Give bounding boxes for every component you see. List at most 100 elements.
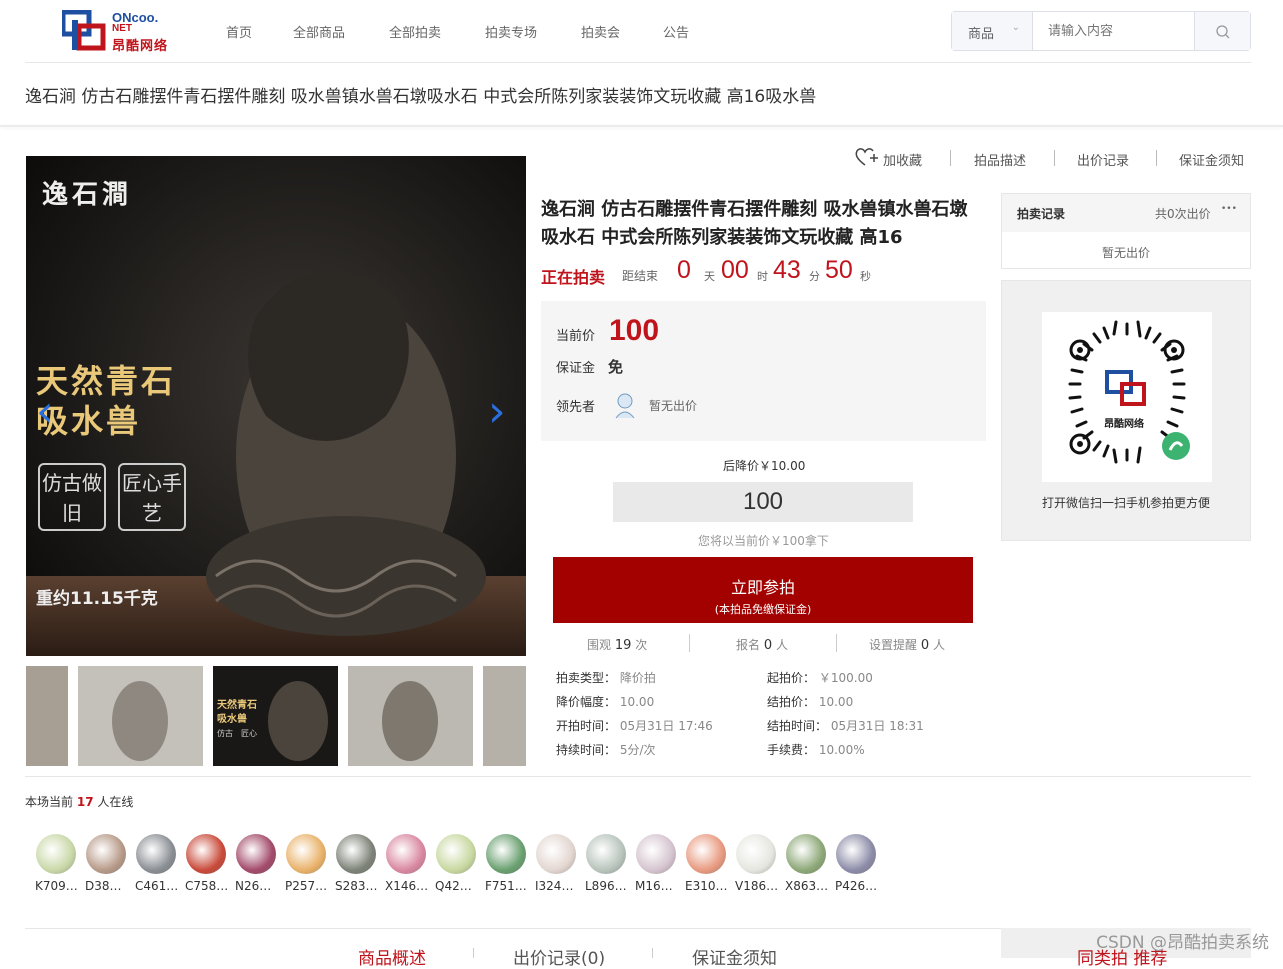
- deposit-label: 保证金: [556, 361, 596, 376]
- add-favorite-link[interactable]: 加收藏: [883, 150, 922, 169]
- logo-cn: 昂酷网络: [112, 39, 169, 54]
- product-main-image: 逸石澗 天然青石 吸水兽 仿古做旧 匠心手艺 重约11.15千克 ‹ ›: [26, 156, 526, 656]
- online-number: 17: [76, 795, 94, 809]
- online-user[interactable]: S283…: [335, 834, 381, 893]
- carousel-prev-icon[interactable]: ‹: [36, 386, 54, 437]
- reminder-count: 0: [920, 638, 930, 653]
- countdown-minutes: 43: [773, 256, 801, 284]
- reminder-stat[interactable]: 设置提醒 0 人: [869, 636, 945, 653]
- online-count: 本场当前 17 人在线: [25, 793, 133, 810]
- param-start-price: 起拍价： ￥100.00: [767, 669, 873, 686]
- tab-deposit[interactable]: 保证金须知: [692, 944, 777, 969]
- item-description-link[interactable]: 拍品描述: [974, 150, 1026, 169]
- user-name: M16…: [635, 879, 673, 893]
- thumbnail[interactable]: [78, 666, 203, 766]
- tab-bid-records[interactable]: 出价记录(0): [513, 944, 605, 969]
- online-user[interactable]: C758…: [185, 834, 231, 893]
- param-value: 5分/次: [619, 743, 656, 757]
- param-end-time: 结拍时间： 05月31日 18:31: [767, 717, 924, 734]
- param-value: ￥100.00: [818, 671, 873, 685]
- online-user[interactable]: E310…: [685, 834, 731, 893]
- qr-caption: 打开微信扫一扫手机参拍更方便: [1041, 496, 1210, 510]
- param-start-time: 开拍时间： 05月31日 17:46: [556, 717, 713, 734]
- online-user[interactable]: N26…: [235, 834, 281, 893]
- site-logo[interactable]: ONcoo. NET 昂酷网络: [62, 8, 182, 54]
- countdown-hours-unit: 时: [757, 270, 768, 283]
- thumbnail-badge-2: 匠心: [241, 729, 257, 738]
- countdown-label: 距结束: [622, 269, 659, 283]
- bid-amount-field[interactable]: 100: [613, 482, 913, 522]
- thumbnail[interactable]: [26, 666, 68, 766]
- thumbnail[interactable]: [483, 666, 526, 766]
- countdown-hours: 00: [721, 256, 749, 284]
- site-header: ONcoo. NET 昂酷网络 首页 全部商品 全部拍卖 拍卖专场 拍卖会 公告…: [0, 0, 1283, 62]
- param-label: 起拍价：: [767, 671, 816, 685]
- divider: [1054, 150, 1055, 166]
- thumbnail-image: [348, 666, 473, 766]
- image-badge-1: 仿古做旧: [38, 463, 106, 531]
- bid-records-link[interactable]: 出价记录: [1077, 150, 1129, 169]
- search-input[interactable]: [1034, 12, 1194, 50]
- search-category-label: 商品: [968, 27, 995, 42]
- product-title: 逸石涧 仿古石雕摆件青石摆件雕刻 吸水兽镇水兽石墩吸水石 中式会所陈列家装装饰文…: [541, 199, 968, 248]
- image-badge-2: 匠心手艺: [118, 463, 186, 531]
- auction-record-panel: 拍卖记录 共0次出价 ••• 暂无出价: [1001, 193, 1251, 269]
- search-category-select[interactable]: 商品 ⌄: [952, 12, 1033, 50]
- countdown-days: 0: [677, 256, 691, 284]
- nav-all-products[interactable]: 全部商品: [293, 22, 345, 41]
- param-drop-amount: 降价幅度： 10.00: [556, 693, 654, 710]
- signups-label: 报名: [736, 638, 761, 652]
- user-name: X863…: [785, 879, 829, 893]
- carousel-next-icon[interactable]: ›: [488, 386, 506, 437]
- nav-notice[interactable]: 公告: [663, 22, 689, 41]
- qr-brand: 昂酷网络: [1104, 419, 1144, 430]
- param-fee: 手续费： 10.00%: [767, 741, 865, 758]
- thumbnail-active[interactable]: 天然青石 吸水兽 仿古 匠心: [213, 666, 338, 766]
- deposit-notice-link[interactable]: 保证金须知: [1179, 150, 1244, 169]
- online-user[interactable]: L896…: [585, 834, 631, 893]
- more-icon[interactable]: •••: [1221, 204, 1237, 214]
- online-user[interactable]: D38…: [85, 834, 131, 893]
- online-user[interactable]: M16…: [635, 834, 681, 893]
- reminder-label: 设置提醒: [869, 638, 918, 652]
- avatar: [486, 834, 526, 874]
- user-name: V186…: [735, 879, 779, 893]
- online-user[interactable]: X863…: [785, 834, 831, 893]
- online-user[interactable]: Q42…: [435, 834, 481, 893]
- current-price: 100: [609, 314, 660, 347]
- tab-overview[interactable]: 商品概述: [358, 944, 426, 969]
- logo-mark-icon: [62, 10, 106, 51]
- nav-home[interactable]: 首页: [226, 22, 252, 41]
- user-name: F751…: [485, 879, 527, 893]
- nav-auction-meeting[interactable]: 拍卖会: [581, 22, 620, 41]
- param-label: 拍卖类型：: [556, 671, 617, 685]
- online-user[interactable]: P426…: [835, 834, 881, 893]
- nav-all-auctions[interactable]: 全部拍卖: [389, 22, 441, 41]
- online-user[interactable]: X146…: [385, 834, 431, 893]
- online-user[interactable]: V186…: [735, 834, 781, 893]
- online-user[interactable]: I324…: [535, 834, 581, 893]
- thumbnail-badge-1: 仿古: [217, 729, 233, 738]
- param-label: 降价幅度：: [556, 695, 617, 709]
- online-user[interactable]: C461…: [135, 834, 181, 893]
- thumbnail[interactable]: [348, 666, 473, 766]
- page-title: 逸石涧 仿古石雕摆件青石摆件雕刻 吸水兽镇水兽石墩吸水石 中式会所陈列家装装饰文…: [25, 87, 817, 107]
- bid-now-button[interactable]: 立即参拍 (本拍品免缴保证金): [553, 557, 973, 623]
- bid-hint: 您将以当前价￥100拿下: [698, 534, 829, 548]
- search-button[interactable]: [1194, 12, 1250, 50]
- online-user[interactable]: K709…: [35, 834, 81, 893]
- leader-value: 暂无出价: [649, 399, 698, 413]
- avatar: [586, 834, 626, 874]
- thumbnail-text-1: 天然青石: [217, 700, 257, 711]
- heart-plus-icon[interactable]: [854, 146, 880, 168]
- online-user[interactable]: P257…: [285, 834, 331, 893]
- nav-special[interactable]: 拍卖专场: [485, 22, 537, 41]
- online-user[interactable]: F751…: [485, 834, 531, 893]
- mini-program-qr: 昂酷网络: [1042, 312, 1212, 482]
- logo-net: NET: [112, 23, 132, 34]
- user-name: D38…: [85, 879, 122, 893]
- countdown-minutes-unit: 分: [809, 270, 820, 283]
- thumbnail-text-2: 吸水兽: [217, 714, 247, 725]
- user-name: L896…: [585, 879, 627, 893]
- avatar: [86, 834, 126, 874]
